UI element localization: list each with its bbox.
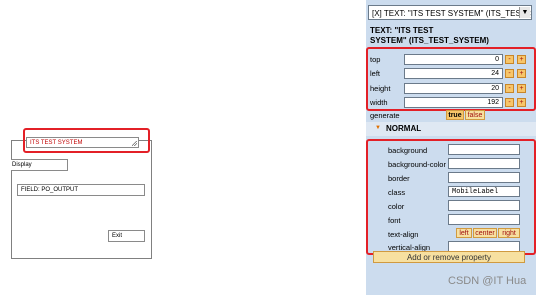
generate-true-button[interactable]: true [446,110,464,120]
section-normal-header[interactable]: ▼ NORMAL [366,122,536,136]
canvas-selection-highlight [23,128,150,153]
element-selector[interactable]: [X] TEXT: "ITS TEST SYSTEM" (ITS_TEST_SY… [368,5,532,20]
po-output-field[interactable]: FIELD: PO_OUTPUT [17,184,145,196]
exit-button[interactable]: Exit [108,230,145,242]
expand-triangle-icon: ▼ [375,125,381,131]
add-remove-property-button[interactable]: Add or remove property [373,251,525,263]
geometry-highlight [366,47,536,111]
style-props-highlight [366,139,536,255]
section-normal-label: NORMAL [386,124,422,133]
generate-label: generate [370,111,400,120]
display-label[interactable]: Display [11,159,68,171]
element-title: TEXT: "ITS TEST SYSTEM" (ITS_TEST_SYSTEM… [370,26,489,45]
element-selector-value: [X] TEXT: "ITS TEST SYSTEM" (ITS_TEST_SY [372,9,532,18]
watermark: CSDN @IT Hua [448,275,527,287]
generate-false-button[interactable]: false [465,110,485,120]
chevron-down-icon[interactable]: ▼ [519,7,530,18]
